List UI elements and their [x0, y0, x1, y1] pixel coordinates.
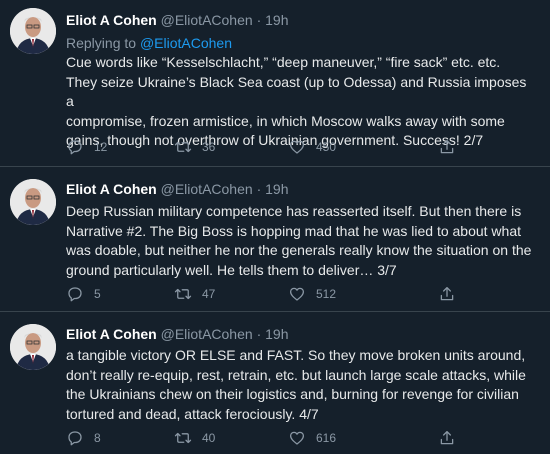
like-icon: [289, 140, 305, 154]
tweet-actions: 5 47 512: [66, 285, 486, 305]
share-button[interactable]: [438, 429, 466, 447]
tweet-text-line: Narrative #2. The Big Boss is hopping ma…: [66, 222, 522, 239]
author-handle[interactable]: @EliotACohen: [161, 181, 253, 197]
author-handle[interactable]: @EliotACohen: [161, 326, 253, 342]
tweet-3[interactable]: Eliot A Cohen @EliotACohen · 19h a tangi…: [0, 312, 550, 454]
retweet-button[interactable]: 47: [174, 285, 215, 303]
tweet-header: Eliot A Cohen @EliotACohen · 19h: [66, 181, 288, 197]
tweet-1[interactable]: Eliot A Cohen @EliotACohen · 19h Replyin…: [0, 0, 550, 167]
tweet-text-line: compromise, frozen armistice, in which M…: [66, 112, 505, 129]
retweet-button[interactable]: 40: [174, 429, 215, 447]
like-icon: [289, 431, 305, 445]
reply-count: 5: [94, 287, 101, 301]
reply-count: 12: [94, 140, 108, 154]
tweet-text: Cue words like “Kesselschlacht,” “deep m…: [66, 53, 536, 151]
like-icon: [289, 287, 305, 301]
tweet-text-line: the Ukrainians chew on their logistics a…: [66, 386, 519, 402]
retweet-icon: [174, 141, 192, 153]
retweet-button[interactable]: 36: [174, 138, 215, 156]
replying-to-handle-link[interactable]: @EliotACohen: [140, 35, 232, 51]
reply-button[interactable]: 8: [66, 429, 101, 447]
author-handle[interactable]: @EliotACohen: [161, 12, 253, 28]
replying-to: Replying to @EliotACohen: [66, 35, 232, 51]
like-count: 512: [316, 287, 337, 301]
share-button[interactable]: [438, 285, 466, 303]
reply-button[interactable]: 5: [66, 285, 101, 303]
tweet-text: a tangible victory OR ELSE and FAST. So …: [66, 346, 536, 424]
retweet-count: 36: [202, 140, 216, 154]
share-icon: [440, 430, 454, 445]
separator-dot: ·: [256, 181, 262, 197]
tweet-text-line: was doable, but neither he nor the gener…: [66, 242, 532, 258]
tweet-actions: 8 40 616: [66, 429, 486, 449]
avatar[interactable]: [10, 324, 56, 370]
tweet-text-line: a tangible victory OR ELSE and FAST. So …: [66, 347, 526, 363]
tweet-text-line: Deep Russian military competence has rea…: [66, 203, 522, 219]
separator-dot: ·: [256, 326, 262, 342]
like-button[interactable]: 616: [288, 429, 336, 447]
share-button[interactable]: [438, 138, 466, 156]
retweet-count: 47: [202, 287, 216, 301]
tweet-actions: 12 36 450: [66, 138, 486, 158]
replying-to-prefix: Replying to: [66, 35, 137, 51]
tweet-text-line: tortured and dead, attack ferociously. 4…: [66, 405, 319, 422]
avatar[interactable]: [10, 179, 56, 225]
tweet-2[interactable]: Eliot A Cohen @EliotACohen · 19h Deep Ru…: [0, 167, 550, 312]
like-button[interactable]: 512: [288, 285, 336, 303]
tweet-header: Eliot A Cohen @EliotACohen · 19h: [66, 326, 288, 342]
tweet-text-line: ground particularly well. He tells them …: [66, 261, 397, 278]
tweet-timeline: Eliot A Cohen @EliotACohen · 19h Replyin…: [0, 0, 550, 454]
share-icon: [440, 139, 454, 154]
reply-icon: [68, 431, 82, 446]
author-name[interactable]: Eliot A Cohen: [66, 12, 157, 28]
avatar[interactable]: [10, 8, 56, 54]
retweet-count: 40: [202, 431, 216, 445]
tweet-timestamp[interactable]: 19h: [265, 326, 288, 342]
tweet-text: Deep Russian military competence has rea…: [66, 202, 536, 280]
tweet-text-line: Cue words like “Kesselschlacht,” “deep m…: [66, 54, 501, 70]
share-icon: [440, 286, 454, 301]
author-name[interactable]: Eliot A Cohen: [66, 326, 157, 342]
like-count: 450: [316, 140, 337, 154]
tweet-timestamp[interactable]: 19h: [265, 12, 288, 28]
separator-dot: ·: [256, 12, 262, 28]
like-count: 616: [316, 431, 337, 445]
author-name[interactable]: Eliot A Cohen: [66, 181, 157, 197]
like-button[interactable]: 450: [288, 138, 336, 156]
tweet-timestamp[interactable]: 19h: [265, 181, 288, 197]
reply-icon: [68, 140, 82, 155]
retweet-icon: [174, 288, 192, 300]
reply-icon: [68, 287, 82, 302]
reply-count: 8: [94, 431, 101, 445]
retweet-icon: [174, 432, 192, 444]
tweet-text-line: don’t really re-equip, rest, retrain, et…: [66, 366, 526, 383]
tweet-text-line: They seize Ukraine’s Black Sea coast (up…: [66, 73, 527, 110]
reply-button[interactable]: 12: [66, 138, 107, 156]
tweet-header: Eliot A Cohen @EliotACohen · 19h: [66, 12, 288, 28]
